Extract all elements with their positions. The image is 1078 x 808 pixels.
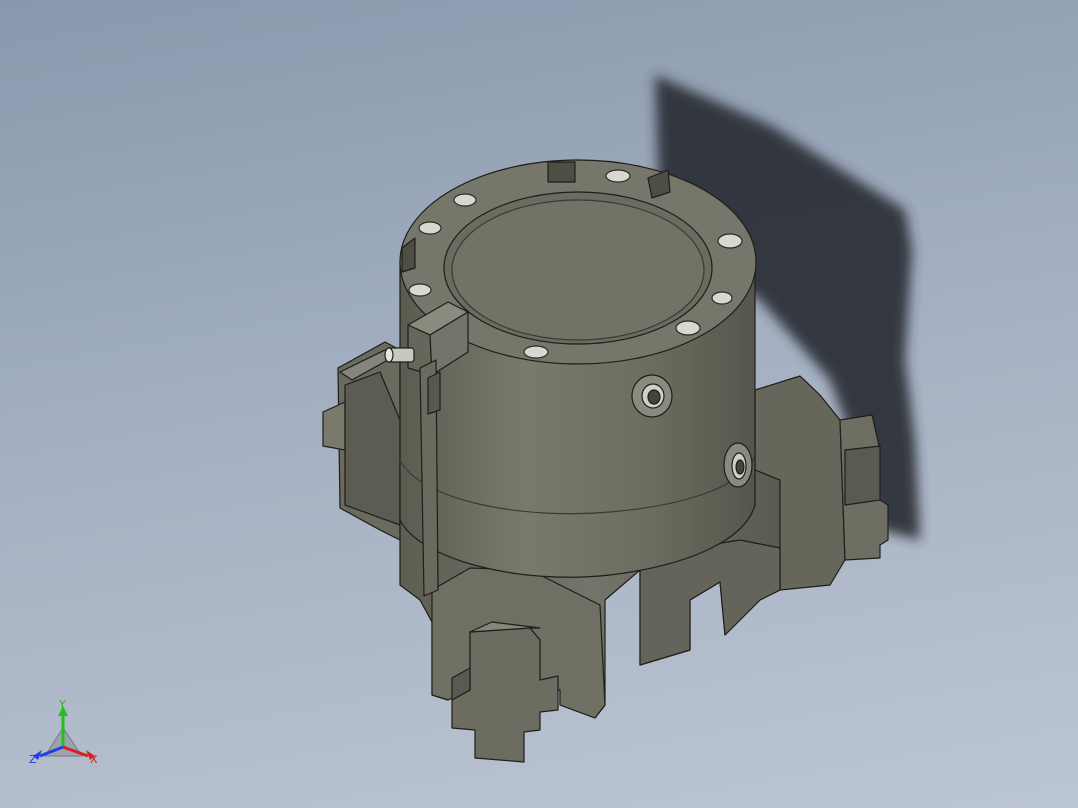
triad-x-label: X [90, 753, 98, 766]
graphics-viewport[interactable]: Y X Z [0, 0, 1078, 808]
left-jaw[interactable] [322, 341, 401, 541]
triad-y-label: Y [58, 698, 66, 711]
model-canvas[interactable]: Y X Z [0, 0, 1078, 808]
view-triad[interactable]: Y X Z [29, 698, 98, 766]
side-port-upper [631, 374, 673, 418]
triad-z-label: Z [29, 753, 37, 766]
main-cylinder[interactable] [399, 159, 757, 578]
side-port-lower [723, 442, 753, 488]
